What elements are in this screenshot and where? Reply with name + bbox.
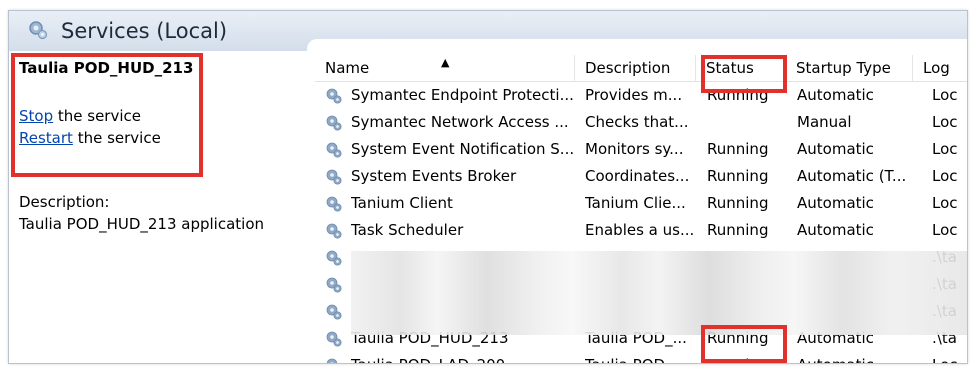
tab-divider xyxy=(307,39,967,51)
column-startup-type[interactable]: Startup Type xyxy=(786,55,913,81)
services-icon xyxy=(29,21,48,40)
cell-status xyxy=(707,109,787,136)
cell-status: Running xyxy=(707,194,769,212)
gear-icon xyxy=(325,87,343,105)
services-window: Services (Local) Taulia POD_HUD_213 Stop… xyxy=(8,10,968,364)
cell-startup: Automatic xyxy=(797,86,874,104)
cell-startup: Automatic xyxy=(797,194,874,212)
table-row[interactable]: Symantec Endpoint Protecti... Provides m.… xyxy=(315,82,967,109)
cell-log: Loc xyxy=(932,194,958,212)
cell-log: Loc xyxy=(932,86,958,104)
cell-status: Running xyxy=(707,140,769,158)
cell-startup: Automatic xyxy=(797,140,874,158)
cell-description: Enables a us... xyxy=(585,221,695,239)
cell-description: Checks that... xyxy=(585,113,689,131)
cell-name: System Events Broker xyxy=(351,167,517,185)
sort-ascending-icon: ▲ xyxy=(441,56,450,69)
cell-description: Taulia POD... xyxy=(585,352,695,363)
cell-log: Loc xyxy=(932,140,958,158)
gear-icon xyxy=(325,249,343,267)
cell-log: Loc xyxy=(932,167,958,185)
window-title: Services (Local) xyxy=(61,19,228,43)
cell-startup: Automatic xyxy=(797,221,874,239)
description-text: Taulia POD_HUD_213 application xyxy=(19,215,265,233)
cell-log: Loc xyxy=(932,113,958,131)
cell-status: Running xyxy=(707,221,769,239)
cell-name: System Event Notification S... xyxy=(351,140,573,158)
gear-icon xyxy=(325,303,343,321)
table-row[interactable]: System Event Notification S... Monitors s… xyxy=(315,136,967,163)
gear-icon xyxy=(325,222,343,240)
cell-name: Taulia POD_LAD_200 xyxy=(351,352,573,363)
redacted-rows xyxy=(351,251,967,335)
table-row[interactable]: Taulia POD_LAD_200Taulia POD...RunningAu… xyxy=(315,352,967,363)
table-row[interactable]: Task Scheduler Enables a us... Running Auto… xyxy=(315,217,967,244)
cell-description: Coordinates... xyxy=(585,167,690,185)
cell-name: Symantec Endpoint Protecti... xyxy=(351,86,573,104)
gear-icon xyxy=(325,330,343,348)
extended-pane: Taulia POD_HUD_213 Stop the service Rest… xyxy=(9,51,307,363)
cell-description: Tanium Clie... xyxy=(585,194,686,212)
column-log-on-as[interactable]: Log xyxy=(913,55,967,81)
cell-log: Loc xyxy=(932,352,967,363)
cell-name: Tanium Client xyxy=(351,194,453,212)
cell-startup: Manual xyxy=(797,113,852,131)
table-row[interactable]: System Events Broker Coordinates... Runnin… xyxy=(315,163,967,190)
highlight-box-actions xyxy=(11,53,203,177)
description-label: Description: xyxy=(19,193,110,211)
column-header: Name ▲ Description Status Startup Type L… xyxy=(315,55,967,82)
gear-icon xyxy=(325,168,343,186)
services-list: Name ▲ Description Status Startup Type L… xyxy=(315,51,967,363)
table-row[interactable]: Tanium Client Tanium Clie... Running Automa… xyxy=(315,190,967,217)
cell-log: Loc xyxy=(932,221,958,239)
cell-description: Provides m... xyxy=(585,86,683,104)
column-description[interactable]: Description xyxy=(575,55,696,81)
highlight-box-status-header xyxy=(701,55,787,93)
gear-icon xyxy=(325,276,343,294)
gear-icon xyxy=(325,114,343,132)
highlight-box-status-running xyxy=(701,325,787,363)
cell-status: Running xyxy=(707,167,769,185)
cell-name: Symantec Network Access ... xyxy=(351,113,569,131)
cell-description: Monitors sy... xyxy=(585,140,684,158)
table-row[interactable]: Symantec Network Access ... Checks that..… xyxy=(315,109,967,136)
gear-icon xyxy=(325,141,343,159)
cell-startup: Automatic xyxy=(797,352,913,363)
cell-name: Task Scheduler xyxy=(351,221,464,239)
gear-icon xyxy=(325,357,343,363)
gear-icon xyxy=(325,195,343,213)
title-bar: Services (Local) xyxy=(9,11,967,51)
cell-startup: Automatic (T... xyxy=(797,167,907,185)
